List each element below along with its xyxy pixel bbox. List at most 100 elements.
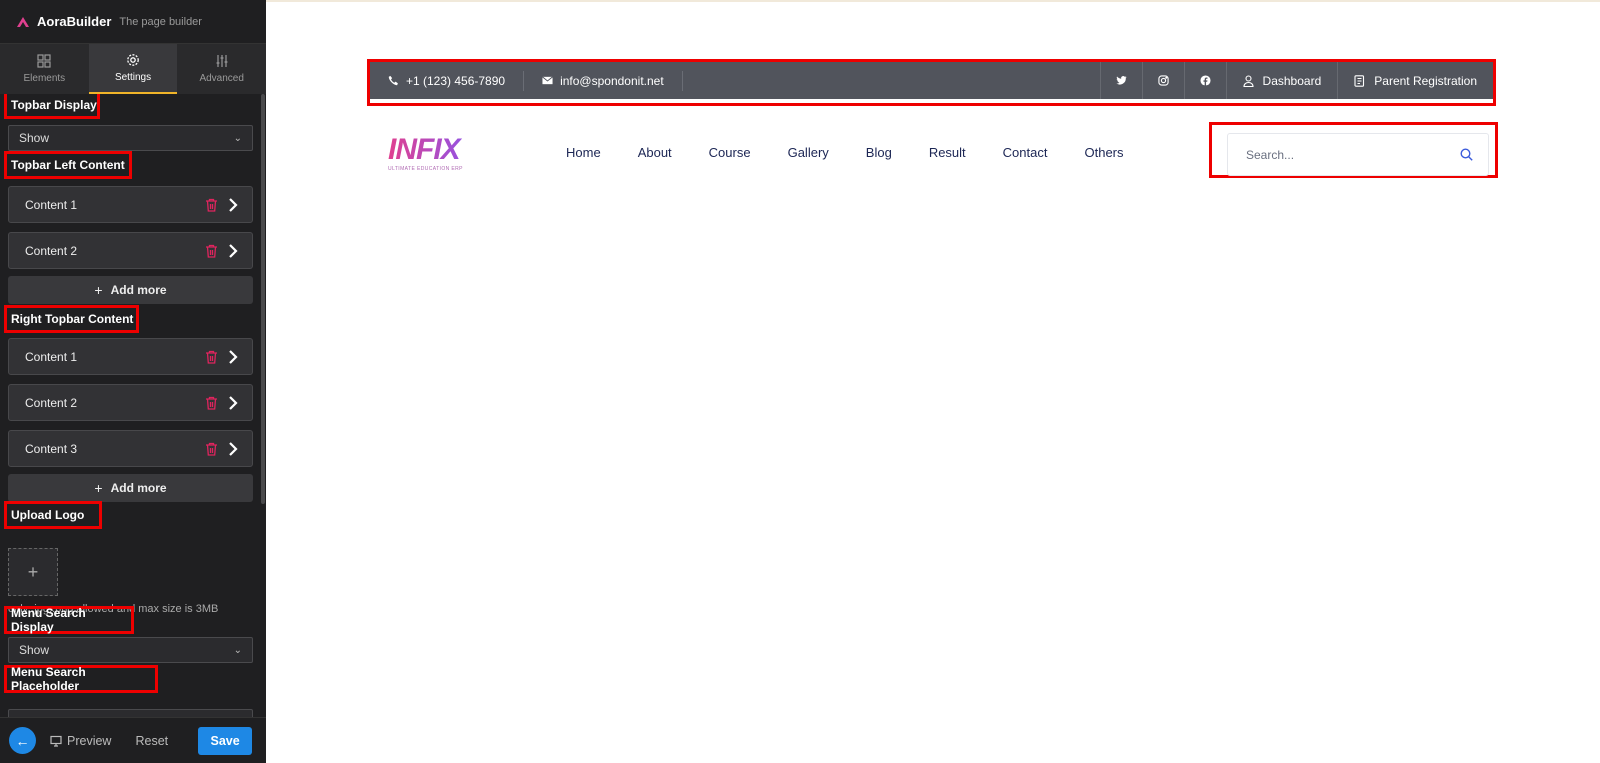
topbar-left-content-label: Topbar Left Content [4, 151, 132, 179]
trash-icon[interactable] [205, 198, 218, 212]
aora-logo-icon [17, 16, 29, 27]
nav-item-others[interactable]: Others [1084, 145, 1123, 160]
grid-icon [37, 54, 51, 68]
nav-item-home[interactable]: Home [566, 145, 601, 160]
main-nav: Home About Course Gallery Blog Result Co… [566, 145, 1161, 160]
topbar-right-content-2[interactable]: Content 2 [8, 384, 253, 421]
topbar-left-add-more-button[interactable]: + Add more [8, 276, 253, 304]
content-item-label: Content 3 [25, 441, 78, 456]
nav-item-about[interactable]: About [638, 145, 672, 160]
nav-item-contact[interactable]: Contact [1003, 145, 1048, 160]
tab-label: Settings [114, 72, 152, 83]
nav-item-blog[interactable]: Blog [866, 145, 892, 160]
chevron-down-icon: ⌄ [233, 132, 242, 144]
instagram-link[interactable] [1141, 62, 1184, 99]
monitor-icon [50, 735, 62, 747]
app-name: AoraBuilder [37, 14, 112, 29]
back-button[interactable]: ← [9, 727, 36, 754]
tab-label: Elements [23, 73, 66, 84]
twitter-link[interactable] [1099, 62, 1142, 99]
chevron-down-icon: ⌄ [233, 644, 242, 656]
trash-icon[interactable] [205, 244, 218, 258]
topbar-right-content-3[interactable]: Content 3 [8, 430, 253, 467]
menu-search-display-label: Menu Search Display [4, 606, 134, 634]
trash-icon[interactable] [205, 396, 218, 410]
preview-topbar: +1 (123) 456-7890 info@spondonit.net Das… [370, 62, 1493, 99]
chevron-right-icon[interactable] [228, 198, 238, 212]
nav-item-course[interactable]: Course [709, 145, 751, 160]
builder-sidebar: AoraBuilder The page builder Elements Se… [0, 0, 266, 763]
topbar-right-add-more-button[interactable]: + Add more [8, 474, 253, 502]
upload-logo-label: Upload Logo [4, 501, 102, 529]
search-icon[interactable] [1460, 148, 1473, 161]
plus-icon: + [94, 282, 103, 298]
sidebar-scrollbar[interactable] [261, 94, 265, 504]
plus-icon: + [27, 561, 39, 582]
email-address: info@spondonit.net [560, 73, 664, 88]
content-item-label: Content 2 [25, 395, 78, 410]
instagram-icon [1157, 75, 1169, 86]
dashboard-label: Dashboard [1262, 73, 1322, 88]
add-more-label: Add more [110, 481, 167, 495]
topbar-left: +1 (123) 456-7890 info@spondonit.net [370, 62, 683, 99]
app-tagline: The page builder [119, 15, 202, 28]
site-logo[interactable]: INFIX ULTIMATE EDUCATION ERP [388, 135, 472, 173]
user-icon [1242, 74, 1254, 87]
chevron-right-icon[interactable] [228, 244, 238, 258]
menu-search-placeholder-label: Menu Search Placeholder [4, 665, 158, 693]
divider [681, 70, 683, 91]
plus-icon: + [94, 480, 103, 496]
tab-elements[interactable]: Elements [0, 44, 89, 94]
nav-item-result[interactable]: Result [929, 145, 966, 160]
parent-registration-link[interactable]: Parent Registration [1337, 62, 1493, 99]
logo-text: INFIX [388, 135, 472, 165]
tab-advanced[interactable]: Advanced [177, 44, 266, 94]
select-value: Show [19, 643, 50, 657]
content-item-label: Content 1 [25, 197, 78, 212]
chevron-right-icon[interactable] [228, 350, 238, 364]
bottom-action-bar: ← Preview Reset Save [0, 717, 266, 763]
save-button[interactable]: Save [198, 726, 253, 755]
nav-item-gallery[interactable]: Gallery [788, 145, 829, 160]
sidebar-tabs: Elements Settings Advanced [0, 44, 266, 94]
search-placeholder: Search... [1246, 147, 1295, 162]
trash-icon[interactable] [205, 350, 218, 364]
settings-panel: Topbar Display Show ⌄ Topbar Left Conten… [0, 94, 266, 717]
topbar-right: Dashboard Parent Registration [1099, 62, 1493, 99]
topbar-phone[interactable]: +1 (123) 456-7890 [370, 62, 523, 99]
facebook-link[interactable] [1183, 62, 1226, 99]
topbar-email[interactable]: info@spondonit.net [524, 62, 682, 99]
trash-icon[interactable] [205, 442, 218, 456]
preview-label: Preview [67, 733, 112, 748]
add-more-label: Add more [110, 283, 167, 297]
topbar-display-label: Topbar Display [4, 94, 100, 119]
gear-icon [127, 54, 139, 66]
upload-logo-button[interactable]: + [8, 548, 58, 596]
dashboard-link[interactable]: Dashboard [1225, 62, 1338, 99]
topbar-left-content-2[interactable]: Content 2 [8, 232, 253, 269]
chevron-right-icon[interactable] [228, 396, 238, 410]
tab-settings[interactable]: Settings [88, 44, 178, 94]
facebook-icon [1200, 75, 1211, 86]
menu-search-display-select[interactable]: Show ⌄ [8, 637, 253, 663]
page-preview-canvas: +1 (123) 456-7890 info@spondonit.net Das… [266, 0, 1600, 763]
chevron-right-icon[interactable] [228, 442, 238, 456]
preview-button[interactable]: Preview [50, 734, 111, 748]
reset-button[interactable]: Reset [135, 734, 168, 748]
search-input[interactable]: Search... [1227, 133, 1489, 176]
topbar-right-content-1[interactable]: Content 1 [8, 338, 253, 375]
arrow-left-icon: ← [15, 732, 30, 749]
sliders-icon [216, 55, 228, 67]
register-icon [1354, 74, 1365, 87]
topbar-left-content-1[interactable]: Content 1 [8, 186, 253, 223]
logo-subtitle: ULTIMATE EDUCATION ERP [388, 166, 463, 172]
content-item-label: Content 1 [25, 349, 78, 364]
parent-registration-label: Parent Registration [1374, 73, 1477, 88]
mail-icon [542, 76, 553, 85]
twitter-icon [1116, 76, 1127, 85]
right-topbar-content-label: Right Topbar Content [4, 305, 139, 333]
content-item-label: Content 2 [25, 243, 78, 258]
menu-search-placeholder-input[interactable] [8, 709, 253, 717]
phone-icon [388, 75, 398, 86]
topbar-display-select[interactable]: Show ⌄ [8, 125, 253, 151]
